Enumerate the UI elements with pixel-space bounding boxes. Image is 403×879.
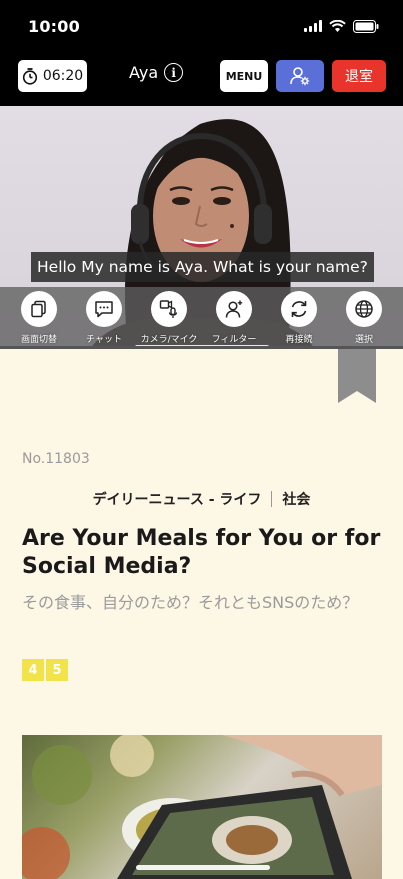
lesson-header: 06:20 Aya i MENU 退室 (0, 52, 403, 106)
subtitle-caption: Hello My name is Aya. What is your name? (31, 252, 374, 282)
control-language-button[interactable] (346, 291, 382, 327)
control-label: 再接続 (285, 335, 313, 345)
timer-value: 06:20 (42, 68, 84, 84)
level-badge: 5 (46, 659, 68, 681)
control-filter[interactable]: フィルター (202, 291, 266, 345)
category-label: デイリーニュース - ライフ (92, 492, 262, 508)
control-label: チャット (86, 335, 122, 345)
article-number: No.11803 (22, 451, 90, 467)
food-phone-photo (22, 735, 382, 879)
control-chat-button[interactable] (86, 291, 122, 327)
user-settings-button[interactable] (276, 60, 324, 92)
status-time: 10:00 (28, 16, 80, 36)
camera-mic-icon (159, 300, 178, 318)
control-label: カメラ/マイク (140, 335, 198, 345)
control-label: 選択 (354, 335, 373, 345)
exit-button[interactable]: 退室 (332, 60, 386, 92)
subcategory-label: 社会 (282, 492, 311, 508)
video-panel: Hello My name is Aya. What is your name?… (0, 106, 403, 349)
copy-icon (31, 300, 46, 318)
difficulty-levels: 4 5 (22, 659, 68, 681)
control-camera-mic[interactable]: カメラ/マイク (137, 291, 201, 345)
article-title-en: Are Your Meals for You or for Social Med… (22, 526, 381, 579)
control-label: フィルター (211, 335, 257, 345)
chat-icon (95, 301, 113, 318)
host-name-label: Aya (129, 63, 159, 82)
control-reconnect-button[interactable] (281, 291, 317, 327)
stopwatch-icon (22, 67, 37, 85)
menu-button[interactable]: MENU (220, 60, 268, 92)
battery-icon (353, 19, 379, 33)
article-title-ja: その食事、自分のため？それともSNSのため？ (22, 593, 359, 612)
video-controls-bar: 画面切替 チャット カメラ/マイク フィルター 再接続 選択 (0, 287, 403, 349)
filter-user-icon (225, 300, 243, 318)
level-badge: 4 (22, 659, 44, 681)
category-divider (271, 491, 273, 507)
article-category: デイリーニュース - ライフ 社会 (0, 489, 403, 509)
status-icons (304, 19, 379, 33)
host-name[interactable]: Aya i (129, 63, 184, 82)
control-camera-mic-button[interactable] (151, 291, 187, 327)
article-photo (22, 735, 382, 879)
wifi-icon (329, 20, 346, 32)
info-icon[interactable]: i (164, 63, 184, 82)
globe-icon (355, 300, 373, 318)
control-reconnect[interactable]: 再接続 (267, 291, 331, 345)
control-language[interactable]: 選択 (332, 291, 396, 345)
control-screen-switch[interactable]: 画面切替 (7, 291, 71, 345)
status-bar: 10:00 (0, 0, 403, 52)
signal-icon (304, 20, 322, 32)
control-label: 画面切替 (20, 335, 57, 345)
home-indicator[interactable] (136, 865, 270, 870)
control-screen-switch-button[interactable] (21, 291, 57, 327)
timer-button[interactable]: 06:20 (18, 60, 87, 92)
user-gear-icon (290, 67, 310, 86)
control-filter-button[interactable] (216, 291, 252, 327)
reconnect-icon (291, 301, 307, 317)
control-chat[interactable]: チャット (72, 291, 136, 345)
bookmark-icon[interactable] (338, 349, 376, 403)
